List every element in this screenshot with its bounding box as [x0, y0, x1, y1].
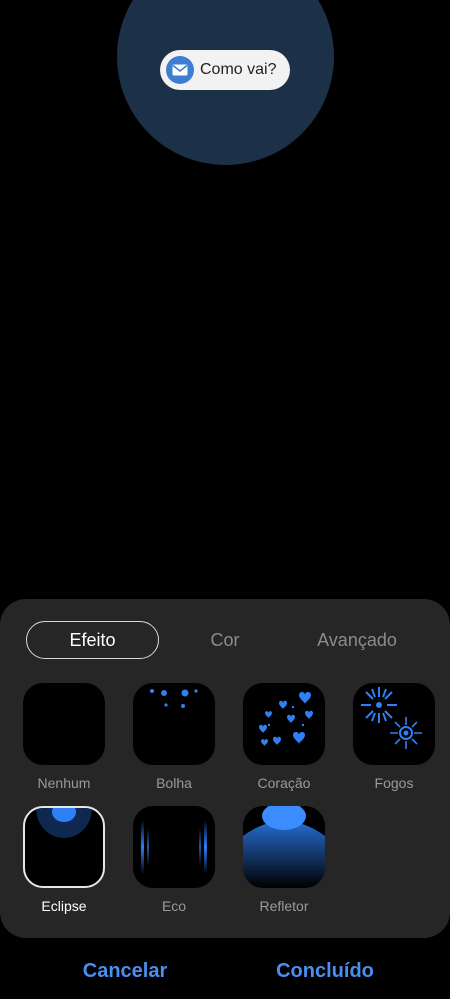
done-button[interactable]: Concluído: [255, 955, 395, 987]
spotlight-icon: [243, 806, 325, 888]
effect-label: Bolha: [156, 775, 192, 791]
effect-option-echo[interactable]: Eco: [132, 806, 216, 914]
fireworks-icon: [361, 687, 422, 749]
effect-option-spotlight[interactable]: Refletor: [242, 806, 326, 914]
effect-preview-bubble[interactable]: [133, 683, 215, 765]
effect-option-fireworks[interactable]: Fogos: [352, 683, 436, 791]
tab-effect[interactable]: Efeito: [26, 621, 159, 659]
mail-icon: [166, 56, 194, 84]
effect-preview-fireworks[interactable]: [353, 683, 435, 765]
effect-option-bubble[interactable]: Bolha: [132, 683, 216, 791]
hearts-icon: [259, 692, 313, 746]
bubble-icon: [150, 689, 198, 708]
echo-icon: [141, 820, 207, 874]
effect-label: Coração: [257, 775, 311, 791]
effect-label: Eclipse: [41, 898, 87, 914]
effect-preview-none[interactable]: [23, 683, 105, 765]
effect-preview-heart[interactable]: [243, 683, 325, 765]
effect-option-eclipse[interactable]: Eclipse: [22, 806, 106, 914]
effect-option-none[interactable]: Nenhum: [22, 683, 106, 791]
effects-panel: Efeito Cor Avançado Nenhum Bolha Coração…: [0, 599, 450, 938]
tab-advanced[interactable]: Avançado: [292, 621, 422, 659]
notification-preview: Como vai?: [160, 50, 290, 90]
eclipse-icon: [36, 808, 92, 838]
notification-text: Como vai?: [200, 61, 277, 78]
effect-label: Fogos: [374, 775, 414, 791]
tab-color[interactable]: Cor: [170, 621, 280, 659]
tab-bar: Efeito Cor Avançado: [0, 621, 450, 661]
effect-preview-eclipse[interactable]: [23, 806, 105, 888]
effect-label: Refletor: [259, 898, 309, 914]
effect-preview-echo[interactable]: [133, 806, 215, 888]
effect-option-heart[interactable]: Coração: [242, 683, 326, 791]
effect-label: Eco: [161, 898, 187, 914]
cancel-button[interactable]: Cancelar: [60, 955, 190, 987]
effect-label: Nenhum: [37, 775, 91, 791]
effect-preview-spotlight[interactable]: [243, 806, 325, 888]
